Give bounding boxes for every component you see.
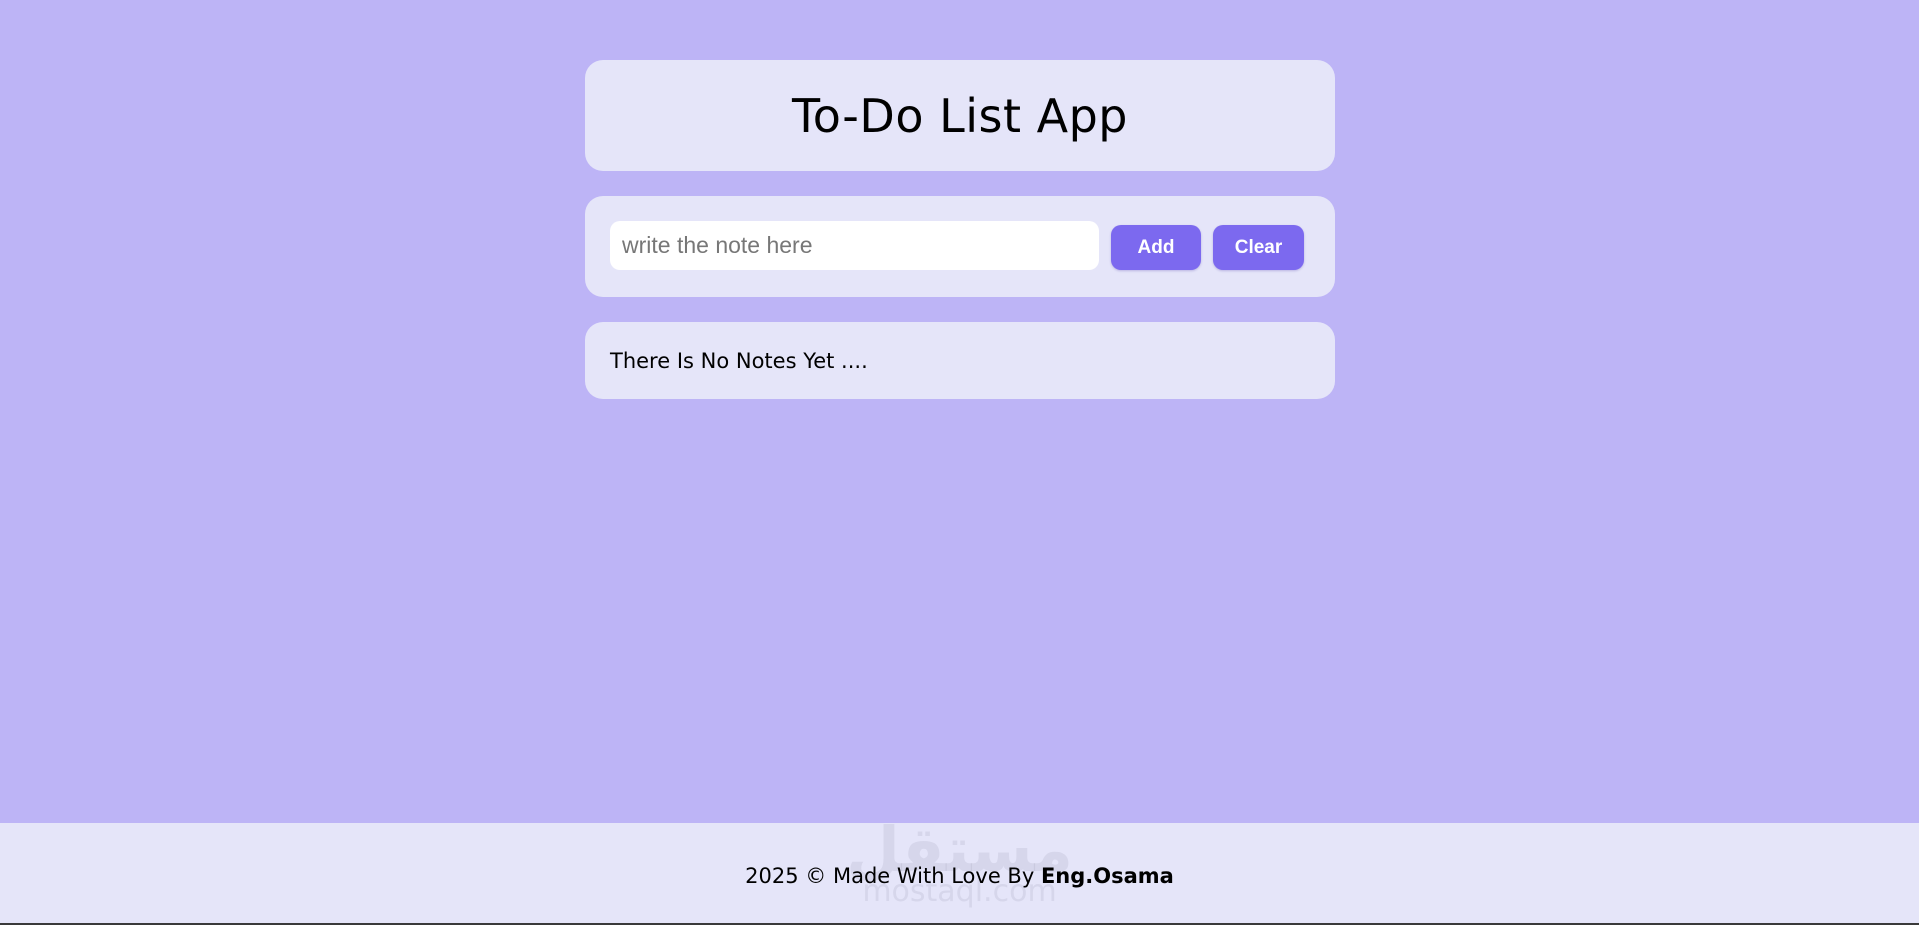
header-card: To-Do List App: [585, 60, 1335, 171]
footer: مستقل mostaql.com 2025 © Made With Love …: [0, 823, 1919, 925]
footer-text: 2025 © Made With Love By: [745, 864, 1041, 888]
page-title: To-Do List App: [792, 88, 1128, 143]
footer-author: Eng.Osama: [1040, 864, 1174, 888]
notes-list: There Is No Notes Yet ....: [585, 322, 1335, 399]
empty-notes-message: There Is No Notes Yet ....: [610, 348, 868, 373]
note-form: Add Clear: [585, 196, 1335, 297]
clear-button[interactable]: Clear: [1213, 225, 1304, 270]
footer-credit: 2025 © Made With Love By Eng.Osama: [745, 864, 1174, 888]
note-input[interactable]: [610, 221, 1099, 270]
add-button[interactable]: Add: [1111, 225, 1201, 270]
